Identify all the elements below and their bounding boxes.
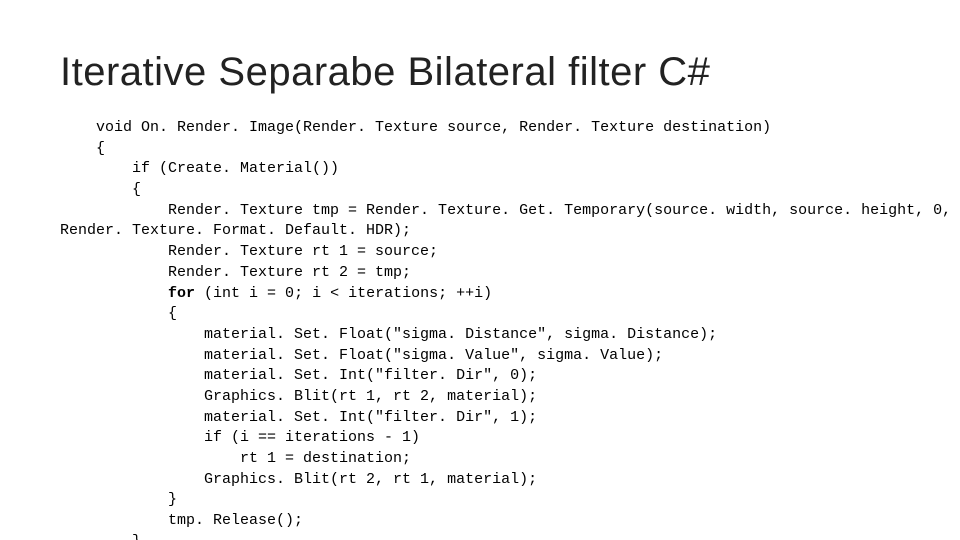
code-indent: [60, 285, 168, 302]
code-rest: (int i = 0; i < iterations; ++i): [195, 285, 492, 302]
code-line: material. Set. Float("sigma. Distance", …: [60, 326, 717, 343]
code-line: void On. Render. Image(Render. Texture s…: [60, 119, 771, 136]
code-line: material. Set. Int("filter. Dir", 0);: [60, 367, 537, 384]
code-line: }: [60, 533, 141, 540]
code-line: {: [60, 140, 105, 157]
code-line: Graphics. Blit(rt 2, rt 1, material);: [60, 471, 537, 488]
code-line: Render. Texture rt 2 = tmp;: [60, 264, 411, 281]
code-line: Graphics. Blit(rt 1, rt 2, material);: [60, 388, 537, 405]
code-line: for (int i = 0; i < iterations; ++i): [60, 285, 492, 302]
slide: Iterative Separabe Bilateral filter C# v…: [0, 0, 960, 540]
page-title: Iterative Separabe Bilateral filter C#: [60, 50, 900, 94]
code-line: }: [60, 491, 177, 508]
code-block: void On. Render. Image(Render. Texture s…: [60, 118, 900, 540]
code-line: Render. Texture rt 1 = source;: [60, 243, 438, 260]
code-line: {: [60, 305, 177, 322]
code-line: rt 1 = destination;: [60, 450, 411, 467]
code-line: Render. Texture. Format. Default. HDR);: [60, 222, 411, 239]
code-line: tmp. Release();: [60, 512, 303, 529]
code-line: material. Set. Float("sigma. Value", sig…: [60, 347, 663, 364]
code-line: Render. Texture tmp = Render. Texture. G…: [60, 202, 951, 219]
code-line: {: [60, 181, 141, 198]
code-line: material. Set. Int("filter. Dir", 1);: [60, 409, 537, 426]
keyword-for: for: [168, 285, 195, 302]
code-line: if (i == iterations - 1): [60, 429, 420, 446]
code-line: if (Create. Material()): [60, 160, 339, 177]
